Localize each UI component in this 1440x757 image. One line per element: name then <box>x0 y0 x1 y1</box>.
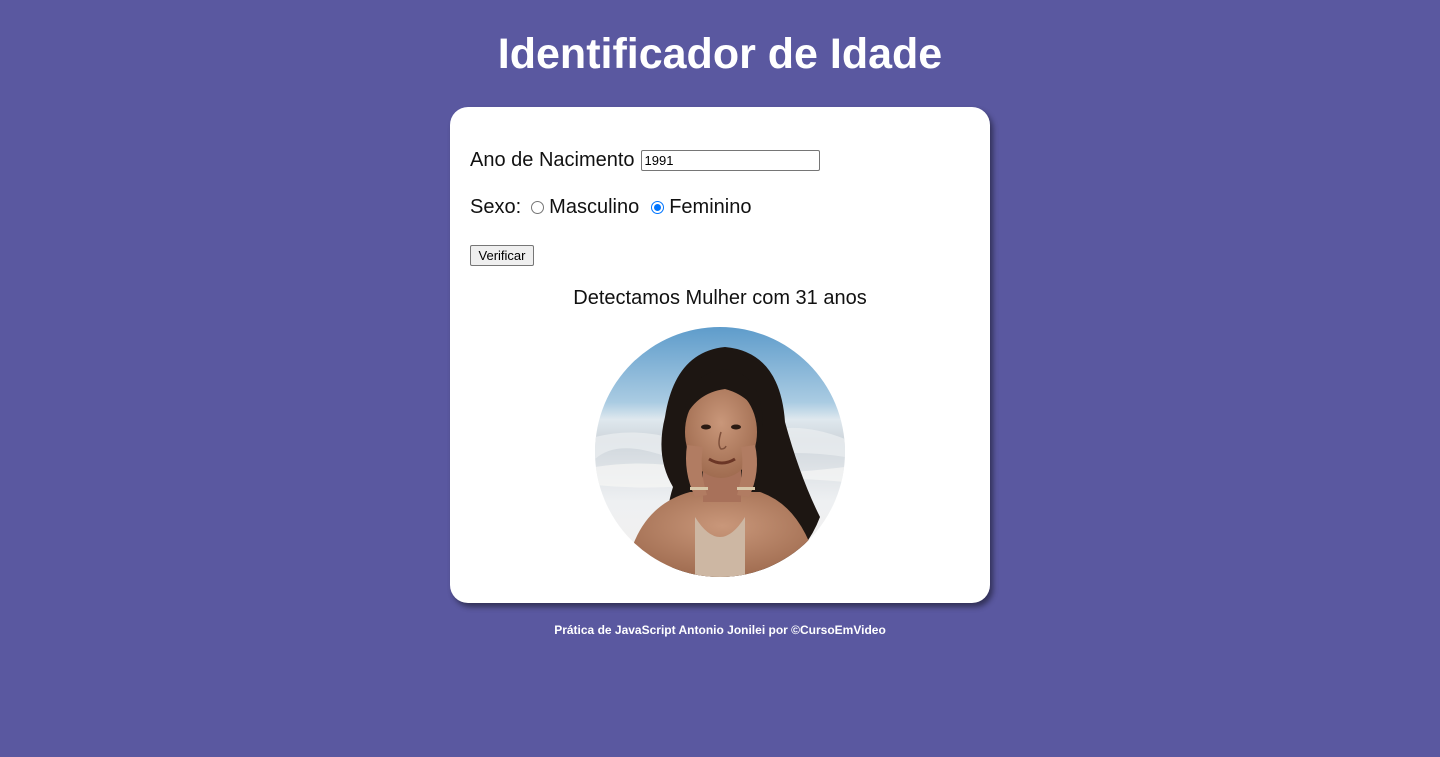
birth-year-row: Ano de Nacimento <box>470 148 820 172</box>
birth-year-input[interactable] <box>640 149 820 171</box>
radio-masculino-label[interactable]: Masculino <box>549 196 639 219</box>
sex-row: Sexo: Masculino Feminino <box>470 195 751 219</box>
result-text: Detectamos Mulher com 31 anos <box>573 287 867 309</box>
footer-credit: Prática de JavaScript Antonio Jonilei po… <box>554 623 886 637</box>
woman-photo <box>595 327 845 577</box>
radio-feminino-label[interactable]: Feminino <box>669 196 751 219</box>
radio-feminino[interactable] <box>651 200 665 214</box>
main-card: Ano de Nacimento Sexo: Masculino Feminin… <box>450 107 990 603</box>
birth-year-label: Ano de Nacimento <box>470 148 635 171</box>
woman-photo-image <box>595 327 845 577</box>
page-title: Identificador de Idade <box>497 30 943 78</box>
verify-button[interactable]: Verificar <box>470 245 534 266</box>
radio-masculino[interactable] <box>531 200 545 214</box>
sex-label: Sexo: <box>470 195 522 218</box>
